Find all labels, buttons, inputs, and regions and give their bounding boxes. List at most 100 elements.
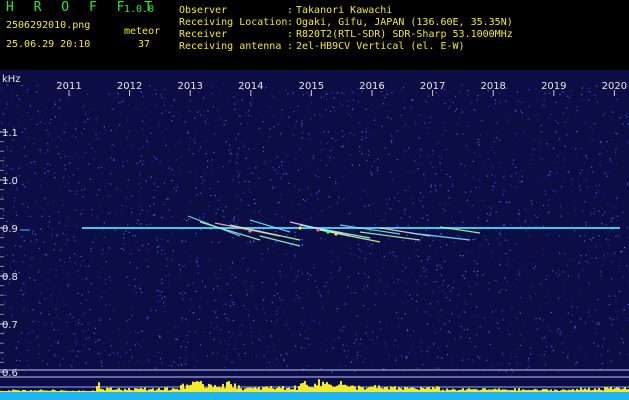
noise-speckle: [117, 352, 119, 354]
noise-speckle: [30, 215, 32, 217]
activity-bar: [380, 387, 382, 392]
noise-speckle: [192, 139, 194, 141]
noise-speckle: [258, 235, 261, 237]
activity-bar: [386, 386, 388, 392]
noise-speckle: [626, 141, 628, 143]
noise-speckle: [251, 285, 253, 287]
noise-speckle: [354, 254, 356, 256]
noise-speckle: [338, 269, 340, 272]
noise-speckle: [40, 292, 42, 294]
noise-speckle: [272, 343, 274, 345]
noise-speckle: [150, 310, 152, 312]
noise-speckle: [498, 161, 500, 164]
noise-speckle: [533, 139, 535, 142]
activity-bar: [336, 385, 338, 392]
noise-speckle: [381, 219, 383, 222]
noise-speckle: [85, 113, 87, 115]
noise-speckle: [236, 208, 238, 210]
noise-speckle: [147, 316, 149, 318]
x-tick-label: 2014: [238, 81, 263, 92]
noise-speckle: [487, 205, 490, 207]
noise-speckle: [367, 308, 369, 310]
noise-speckle: [94, 327, 97, 329]
noise-speckle: [233, 217, 235, 219]
noise-speckle: [612, 217, 614, 219]
noise-speckle: [521, 181, 523, 183]
noise-speckle: [346, 140, 348, 142]
noise-speckle: [353, 342, 355, 344]
noise-speckle: [78, 319, 80, 321]
activity-bar: [368, 387, 370, 392]
noise-speckle: [105, 283, 107, 285]
noise-speckle: [220, 329, 222, 331]
noise-speckle: [203, 168, 205, 170]
activity-bar: [342, 384, 344, 392]
noise-speckle: [520, 297, 522, 299]
noise-speckle: [300, 347, 303, 349]
noise-speckle: [591, 129, 593, 131]
noise-speckle: [520, 111, 522, 113]
noise-speckle: [287, 125, 289, 127]
noise-speckle: [505, 252, 507, 255]
noise-speckle: [233, 175, 235, 177]
noise-speckle: [515, 110, 517, 112]
activity-bar: [484, 388, 486, 392]
noise-speckle: [100, 351, 102, 354]
noise-speckle: [562, 351, 564, 354]
noise-speckle: [609, 172, 611, 174]
noise-speckle: [590, 214, 592, 216]
noise-speckle: [462, 221, 464, 223]
noise-speckle: [598, 235, 600, 237]
noise-speckle: [164, 98, 166, 100]
noise-speckle: [411, 106, 413, 108]
noise-speckle: [141, 230, 144, 232]
noise-speckle: [433, 173, 435, 175]
noise-speckle: [47, 170, 49, 172]
noise-speckle: [594, 196, 596, 198]
activity-bar: [478, 390, 480, 392]
noise-speckle: [112, 352, 114, 354]
noise-speckle: [542, 319, 544, 321]
noise-speckle: [406, 234, 408, 236]
noise-speckle: [531, 263, 534, 265]
noise-speckle: [195, 133, 197, 135]
noise-speckle: [100, 360, 103, 362]
noise-speckle: [448, 107, 450, 110]
noise-speckle: [562, 271, 564, 273]
noise-speckle: [586, 231, 588, 233]
noise-speckle: [575, 200, 577, 202]
activity-bar: [136, 388, 138, 392]
noise-speckle: [99, 353, 101, 355]
noise-speckle: [28, 364, 30, 367]
noise-speckle: [415, 254, 417, 256]
noise-speckle: [244, 280, 246, 282]
noise-speckle: [585, 322, 587, 324]
noise-speckle: [604, 113, 606, 115]
noise-speckle: [569, 100, 571, 103]
activity-bar: [248, 387, 250, 392]
noise-speckle: [280, 134, 282, 136]
noise-speckle: [301, 244, 303, 246]
activity-bar: [404, 386, 406, 392]
noise-speckle: [338, 259, 340, 261]
noise-speckle: [589, 238, 591, 240]
noise-speckle: [451, 183, 454, 185]
activity-bar: [50, 390, 52, 392]
noise-speckle: [229, 267, 231, 270]
noise-speckle: [26, 359, 28, 361]
noise-speckle: [65, 225, 67, 227]
noise-speckle: [610, 220, 612, 222]
noise-speckle: [223, 340, 225, 342]
noise-speckle: [126, 320, 128, 322]
noise-speckle: [435, 281, 437, 283]
noise-speckle: [429, 245, 431, 247]
noise-speckle: [223, 124, 225, 126]
noise-speckle: [274, 169, 276, 171]
noise-speckle: [464, 191, 466, 193]
activity-bar: [178, 389, 180, 392]
noise-speckle: [215, 326, 218, 328]
noise-speckle: [372, 361, 374, 363]
noise-speckle: [459, 255, 461, 257]
noise-speckle: [76, 355, 78, 357]
noise-speckle: [248, 110, 250, 112]
